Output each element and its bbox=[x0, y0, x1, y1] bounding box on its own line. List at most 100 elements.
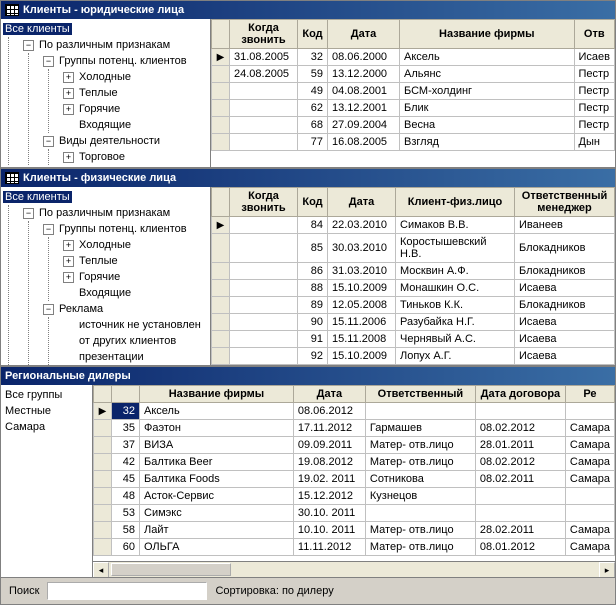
cell[interactable]: Балтика Beer bbox=[140, 454, 294, 471]
expand-icon[interactable]: + bbox=[63, 72, 74, 83]
cell[interactable] bbox=[365, 403, 475, 420]
cell[interactable]: 17.11.2012 bbox=[293, 420, 365, 437]
cell[interactable]: 13.12.2000 bbox=[328, 66, 400, 83]
cell[interactable]: 58 bbox=[112, 522, 140, 539]
cell[interactable] bbox=[230, 134, 298, 151]
tree-leaf[interactable]: Холодные bbox=[77, 239, 133, 251]
cell[interactable]: ОЛЬГА bbox=[140, 539, 294, 556]
table-row[interactable]: 42Балтика Beer19.08.2012Матер- отв.лицо0… bbox=[94, 454, 615, 471]
cell[interactable]: Весна bbox=[400, 117, 575, 134]
tree-leaf[interactable]: источник не установлен bbox=[77, 319, 203, 331]
col-name[interactable]: Клиент-физ.лицо bbox=[396, 188, 515, 217]
row-handle[interactable] bbox=[212, 83, 230, 100]
cell[interactable]: 45 bbox=[112, 471, 140, 488]
table-row[interactable]: 60ОЛЬГА11.11.2012Матер- отв.лицо08.01.20… bbox=[94, 539, 615, 556]
expand-icon[interactable]: − bbox=[43, 136, 54, 147]
expand-icon[interactable]: − bbox=[23, 40, 34, 51]
cell[interactable]: 08.01.2012 bbox=[475, 539, 565, 556]
tree-leaf[interactable]: Теплые bbox=[77, 87, 120, 99]
col-call[interactable]: Когда звонить bbox=[230, 20, 298, 49]
row-handle[interactable] bbox=[212, 297, 230, 314]
cell[interactable]: Лопух А.Г. bbox=[396, 348, 515, 365]
cell[interactable]: 04.08.2001 bbox=[328, 83, 400, 100]
cell[interactable]: 15.10.2009 bbox=[328, 280, 396, 297]
cell[interactable]: Разубайка Н.Г. bbox=[396, 314, 515, 331]
tree-node[interactable]: Группы потенц. клиентов bbox=[57, 223, 189, 235]
cell[interactable]: 92 bbox=[298, 348, 328, 365]
cell[interactable]: Блокадников bbox=[515, 234, 615, 263]
row-handle[interactable] bbox=[212, 314, 230, 331]
cell[interactable]: 37 bbox=[112, 437, 140, 454]
cell[interactable] bbox=[230, 348, 298, 365]
row-handle[interactable] bbox=[94, 539, 112, 556]
col-code[interactable] bbox=[112, 386, 140, 403]
cell[interactable]: Сотникова bbox=[365, 471, 475, 488]
cell[interactable]: Самара bbox=[565, 522, 614, 539]
cell[interactable] bbox=[230, 234, 298, 263]
tree-leaf[interactable]: презентации bbox=[77, 351, 146, 363]
cell[interactable]: Аксель bbox=[400, 49, 575, 66]
col-reg[interactable]: Ре bbox=[565, 386, 614, 403]
tree-leaf[interactable]: Горячие bbox=[77, 271, 122, 283]
cell[interactable]: 42 bbox=[112, 454, 140, 471]
cell[interactable]: 15.11.2008 bbox=[328, 331, 396, 348]
cell[interactable]: 15.10.2009 bbox=[328, 348, 396, 365]
cell[interactable]: Блокадников bbox=[515, 263, 615, 280]
row-handle[interactable] bbox=[94, 522, 112, 539]
col-call[interactable]: Когда звонить bbox=[230, 188, 298, 217]
cell[interactable]: 19.08.2012 bbox=[293, 454, 365, 471]
cell[interactable]: Самара bbox=[565, 471, 614, 488]
col-name[interactable]: Название фирмы bbox=[400, 20, 575, 49]
cell[interactable] bbox=[230, 280, 298, 297]
horizontal-scrollbar[interactable]: ◂ ▸ bbox=[93, 561, 615, 577]
cell[interactable]: 89 bbox=[298, 297, 328, 314]
row-handle[interactable] bbox=[212, 331, 230, 348]
cell[interactable]: 08.02.2012 bbox=[475, 420, 565, 437]
cell[interactable] bbox=[565, 505, 614, 522]
cell[interactable]: Взгляд bbox=[400, 134, 575, 151]
expand-icon[interactable]: + bbox=[63, 88, 74, 99]
col-date[interactable]: Дата bbox=[293, 386, 365, 403]
cell[interactable]: 60 bbox=[112, 539, 140, 556]
cell[interactable] bbox=[230, 83, 298, 100]
tree-root[interactable]: Все клиенты bbox=[3, 23, 72, 35]
tree-node[interactable]: Группы потенц. клиентов bbox=[57, 55, 189, 67]
cell[interactable]: ВИЗА bbox=[140, 437, 294, 454]
cell[interactable]: 27.09.2004 bbox=[328, 117, 400, 134]
cell[interactable]: Монашкин О.С. bbox=[396, 280, 515, 297]
table-row[interactable]: 35Фаэтон17.11.2012Гармашев08.02.2012Сама… bbox=[94, 420, 615, 437]
cell[interactable]: Гармашев bbox=[365, 420, 475, 437]
cell[interactable]: Самара bbox=[565, 539, 614, 556]
tree-item[interactable]: Местные bbox=[3, 405, 53, 417]
expand-icon[interactable]: + bbox=[63, 104, 74, 115]
tree-leaf[interactable]: от других клиентов bbox=[77, 335, 178, 347]
table-row[interactable]: 8631.03.2010Москвин А.Ф.Блокадников bbox=[212, 263, 615, 280]
cell[interactable]: Пестр bbox=[574, 117, 615, 134]
col-name[interactable]: Название фирмы bbox=[140, 386, 294, 403]
cell[interactable]: Дын bbox=[574, 134, 615, 151]
expand-icon[interactable]: − bbox=[43, 56, 54, 67]
cell[interactable]: Москвин А.Ф. bbox=[396, 263, 515, 280]
cell[interactable]: Самара bbox=[565, 437, 614, 454]
cell[interactable]: 32 bbox=[112, 403, 140, 420]
tree-item[interactable]: Самара bbox=[3, 421, 47, 433]
cell[interactable]: 30.10. 2011 bbox=[293, 505, 365, 522]
row-handle[interactable] bbox=[212, 280, 230, 297]
col-date[interactable]: Дата bbox=[328, 188, 396, 217]
expand-icon[interactable]: + bbox=[63, 152, 74, 163]
cell[interactable]: Аксель bbox=[140, 403, 294, 420]
table-row[interactable]: 8530.03.2010Коростышевский Н.В.Блокадник… bbox=[212, 234, 615, 263]
row-handle[interactable]: ▶ bbox=[94, 403, 112, 420]
cell[interactable]: 13.12.2001 bbox=[328, 100, 400, 117]
tree-leaf[interactable]: Входящие bbox=[77, 119, 133, 131]
row-handle[interactable] bbox=[94, 420, 112, 437]
cell[interactable]: 90 bbox=[298, 314, 328, 331]
row-handle[interactable] bbox=[94, 454, 112, 471]
cell[interactable]: 91 bbox=[298, 331, 328, 348]
cell[interactable] bbox=[230, 263, 298, 280]
cell[interactable]: 09.09.2011 bbox=[293, 437, 365, 454]
cell[interactable] bbox=[230, 217, 298, 234]
tree-node[interactable]: Реклама bbox=[57, 303, 105, 315]
cell[interactable]: 49 bbox=[298, 83, 328, 100]
row-handle[interactable] bbox=[212, 348, 230, 365]
